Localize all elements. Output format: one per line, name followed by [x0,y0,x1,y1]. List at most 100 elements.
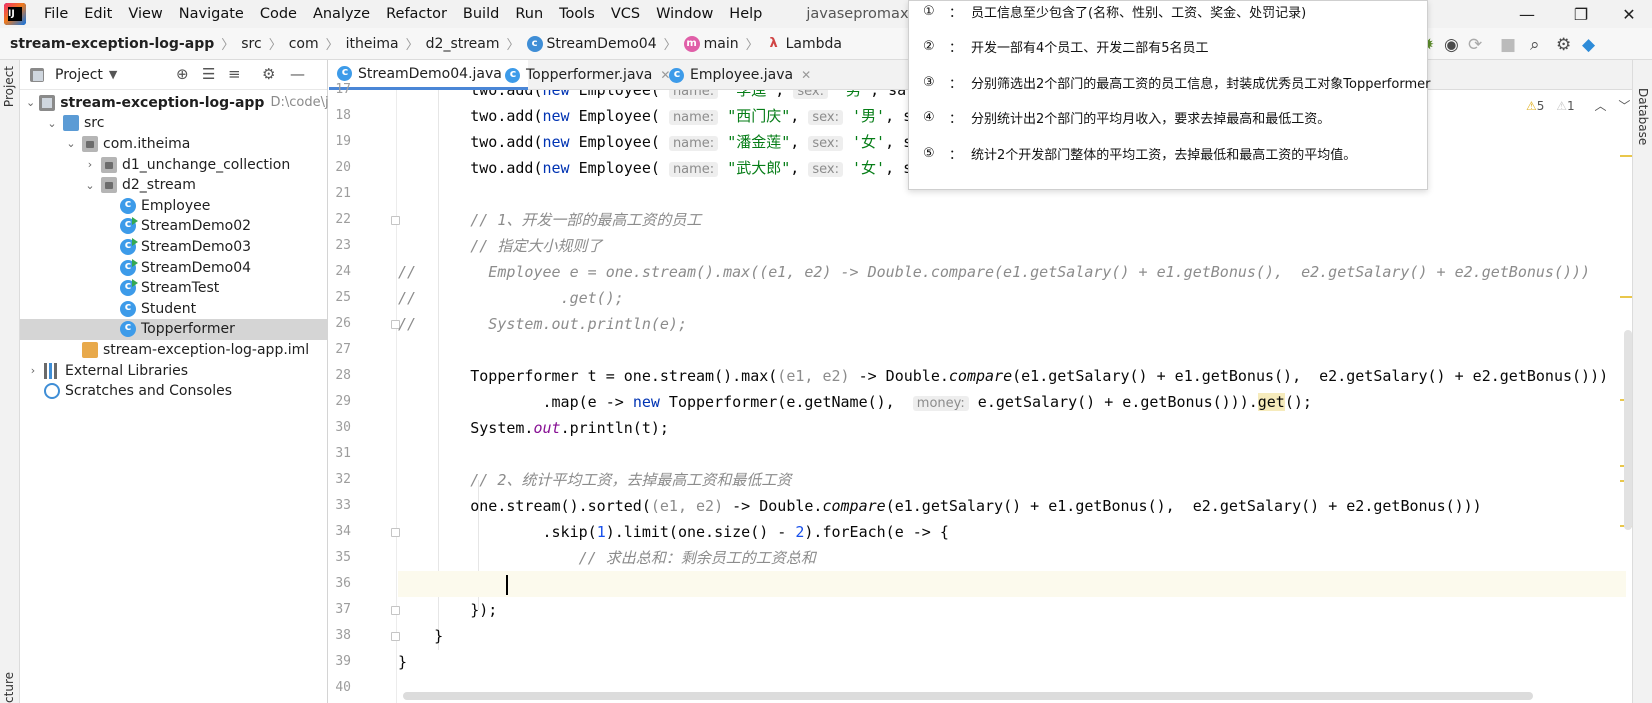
menu-run[interactable]: Run [507,0,551,28]
code-line[interactable]: // Employee e = one.stream().max((e1, e2… [398,259,1626,285]
code-line[interactable]: }); [398,597,1626,623]
chevron-down-icon[interactable]: ⌄ [83,179,97,192]
tab-topperformer[interactable]: Topperformer.java ✕ [497,60,678,90]
breadcrumb-method[interactable]: m main [683,35,739,52]
project-panel-title[interactable]: Project [55,67,103,83]
code-line[interactable]: // .get(); [398,285,1626,311]
menu-refactor[interactable]: Refactor [378,0,455,28]
line-number: 25 [335,290,351,305]
settings-gear-icon[interactable]: ⚙ [1556,35,1571,55]
tree-item[interactable]: Student [20,298,328,320]
chevron-down-icon[interactable]: ⌄ [64,137,78,150]
right-tool-strip: Database [1632,60,1652,703]
hide-panel-icon[interactable]: — [290,65,305,83]
breadcrumb-itheima[interactable]: itheima [346,36,399,52]
code-line[interactable]: // 2、统计平均工资，去掉最高工资和最低工资 [398,467,1626,493]
code-line[interactable]: // 1、开发一部的最高工资的员工 [398,207,1626,233]
chevron-down-icon[interactable]: ⌄ [26,96,35,109]
plugin-icon[interactable]: ◆ [1582,35,1595,55]
structure-tool-tab[interactable]: Structure [2,672,16,703]
error-stripe-marker[interactable] [1620,296,1632,298]
menu-vcs[interactable]: VCS [603,0,648,28]
tree-item[interactable]: ⌄ com.itheima [20,133,328,155]
collapse-all-icon[interactable]: ≡ [228,65,241,83]
vertical-scrollbar[interactable] [1624,330,1632,530]
coverage-icon[interactable]: ◉ [1444,35,1459,55]
code-line[interactable] [398,675,1626,692]
breadcrumb-lambda[interactable]: λ Lambda [766,36,843,52]
locate-file-icon[interactable]: ⊕ [176,65,189,83]
tree-item[interactable]: ⌄ src [20,113,328,135]
iml-file-icon [82,341,98,358]
chevron-down-icon[interactable]: ⌄ [45,117,59,130]
maximize-button[interactable]: ❐ [1556,0,1606,28]
menu-analyze[interactable]: Analyze [305,0,378,28]
database-tool-tab[interactable]: Database [1636,88,1650,145]
line-number: 39 [335,654,351,669]
search-everywhere-icon[interactable]: ⌕ [1530,35,1540,55]
profiler-icon[interactable]: ⟳ [1468,35,1482,55]
close-window-button[interactable]: ✕ [1604,0,1652,28]
tree-item[interactable]: stream-exception-log-app.iml [20,339,328,361]
chevron-down-icon[interactable]: ﹀ [1618,99,1630,113]
inspection-widget[interactable]: ⚠5 ⚠1 ︿ ﹀ [1526,97,1630,114]
tree-item-label: stream-exception-log-app [60,94,265,111]
project-tool-tab[interactable]: Project [2,66,16,107]
chevron-right-icon[interactable]: › [83,158,97,171]
tree-item[interactable]: Employee [20,195,328,217]
code-line[interactable]: one.stream().sorted((e1, e2) -> Double.c… [398,493,1626,519]
code-line[interactable]: } [398,649,1626,675]
tree-item[interactable]: › External Libraries [20,360,328,382]
minimize-button[interactable]: — [1502,0,1552,28]
menu-view[interactable]: View [120,0,170,28]
tree-item[interactable]: Scratches and Consoles [20,380,328,402]
breadcrumb-class[interactable]: c StreamDemo04 [526,35,657,52]
stop-icon[interactable]: ■ [1500,35,1516,55]
tree-item[interactable]: StreamDemo04 [20,257,328,279]
menu-window[interactable]: Window [648,0,721,28]
code-line[interactable]: Topperformer t = one.stream().max((e1, e… [398,363,1626,389]
menu-file[interactable]: File [36,0,76,28]
chevron-down-icon[interactable]: ▼ [109,68,117,81]
tree-item[interactable]: Topperformer [20,318,328,341]
code-line[interactable] [398,571,1626,597]
tree-item[interactable]: StreamDemo03 [20,236,328,258]
close-tab-icon[interactable]: ✕ [801,68,811,82]
tree-item[interactable]: StreamTest [20,277,328,299]
code-line[interactable]: // System.out.println(e); [398,311,1626,337]
editor-gutter[interactable]: 17 18 19 20 21 22 23 24 25 26 27 28 29 30 31 32 33 34 35 36… [329,82,400,703]
menu-build[interactable]: Build [455,0,507,28]
code-line[interactable] [398,337,1626,363]
tab-employee[interactable]: Employee.java ✕ [661,60,819,90]
error-stripe-marker[interactable] [1620,155,1632,157]
code-line[interactable]: // 求出总和：剩余员工的工资总和 [398,545,1626,571]
code-line[interactable]: System.out.println(t); [398,415,1626,441]
menu-help[interactable]: Help [721,0,770,28]
chevron-right-icon[interactable]: › [26,364,40,377]
menu-tools[interactable]: Tools [551,0,603,28]
menu-edit[interactable]: Edit [76,0,120,28]
package-icon [82,135,98,152]
menu-code[interactable]: Code [252,0,305,28]
code-line[interactable]: // 指定大小规则了 [398,233,1626,259]
code-line[interactable] [398,441,1626,467]
breadcrumb-project[interactable]: stream-exception-log-app [10,36,214,52]
tree-item[interactable]: ⌄ stream-exception-log-app D:\code\java [20,92,328,114]
code-line[interactable]: .map(e -> new Topperformer(e.getName(), … [398,389,1626,415]
horizontal-scrollbar[interactable] [403,692,1533,700]
package-icon [101,177,117,194]
tree-item-label: src [84,115,105,132]
breadcrumb-d2-stream[interactable]: d2_stream [426,36,500,52]
panel-settings-gear-icon[interactable]: ⚙ [262,65,275,83]
tree-item[interactable]: › d1_unchange_collection [20,154,328,176]
menu-navigate[interactable]: Navigate [171,0,252,28]
line-number: 31 [335,446,351,461]
breadcrumb-com[interactable]: com [289,36,319,52]
code-line[interactable]: } [398,623,1626,649]
code-line[interactable]: .skip(1).limit(one.size() - 2).forEach(e… [398,519,1626,545]
breadcrumb-src[interactable]: src [241,36,261,52]
chevron-up-icon[interactable]: ︿ [1594,99,1606,113]
tree-item[interactable]: ⌄ d2_stream [20,174,328,196]
expand-all-icon[interactable]: ☰ [202,65,215,83]
tree-item[interactable]: StreamDemo02 [20,216,328,238]
